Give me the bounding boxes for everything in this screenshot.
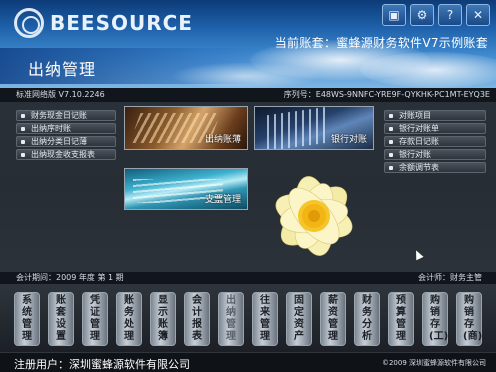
bullet-icon <box>389 166 393 170</box>
info-strip: 标准网络版 V7.10.2246 序列号：E48WS-9NNFC-YRE9F-Q… <box>0 88 496 102</box>
bank-reconcile-tile[interactable]: 银行对账 <box>254 106 374 150</box>
module-button-system[interactable]: 系统管理 <box>14 292 40 346</box>
bullet-icon <box>389 153 393 157</box>
window-icon[interactable]: ▣ <box>382 4 406 26</box>
menu-item-label: 余额调节表 <box>399 163 439 172</box>
module-button-inventory-industry[interactable]: 购销存(工) <box>422 292 448 346</box>
module-label: 购销存(工) <box>429 295 449 342</box>
module-label: 往来管理 <box>260 295 270 342</box>
module-label: 凭证管理 <box>90 295 100 342</box>
module-button-budget[interactable]: 预算管理 <box>388 292 414 346</box>
module-button-reports[interactable]: 会计报表 <box>184 292 210 346</box>
version-label: 标准网络版 V7.10.2246 <box>16 90 105 99</box>
cloud-decoration <box>360 52 496 88</box>
menu-item-label: 对账项目 <box>399 111 431 120</box>
module-button-cashier[interactable]: 出纳管理 <box>218 292 244 346</box>
registered-user: 注册用户：深圳蜜蜂源软件有限公司 <box>14 358 190 371</box>
accounting-period: 会计期间：2009 年度 第 1 期 <box>16 273 124 282</box>
menu-item-bank-reconcile[interactable]: 银行对账 <box>384 149 486 160</box>
module-button-receivables[interactable]: 往来管理 <box>252 292 278 346</box>
bullet-icon <box>21 114 25 118</box>
copyright: ©2009 深圳蜜蜂源软件有限公司 <box>381 359 486 367</box>
module-label: 财务分析 <box>362 295 372 342</box>
right-menu: 对账项目 银行对账单 存款日记账 银行对账 余额调节表 <box>384 110 486 173</box>
module-button-accounting[interactable]: 账务处理 <box>116 292 142 346</box>
module-label: 会计报表 <box>192 295 202 342</box>
menu-item-cash-report[interactable]: 出纳现金收支报表 <box>16 149 116 160</box>
tile-label: 支票管理 <box>204 195 241 205</box>
module-label: 固定资产 <box>294 295 304 342</box>
menu-item-bank-statement[interactable]: 银行对账单 <box>384 123 486 134</box>
left-menu: 财务现金日记账 出纳序时账 出纳分类日记薄 出纳现金收支报表 <box>16 110 116 160</box>
menu-item-label: 出纳序时账 <box>31 124 71 133</box>
module-button-account-set[interactable]: 账套设置 <box>48 292 74 346</box>
module-label: 账套设置 <box>56 295 66 342</box>
page-title: 出纳管理 <box>28 60 97 79</box>
module-button-inventory-commerce[interactable]: 购销存(商) <box>456 292 482 346</box>
tile-label: 银行对账 <box>330 135 367 145</box>
tile-label: 出纳账薄 <box>204 135 241 145</box>
accountant-label: 会计师：财务主管 <box>418 273 482 282</box>
menu-item-balance-adjust[interactable]: 余额调节表 <box>384 162 486 173</box>
menu-item-label: 财务现金日记账 <box>31 111 87 120</box>
menu-item-label: 存款日记账 <box>399 137 439 146</box>
module-bar: 系统管理 账套设置 凭证管理 账务处理 显示账簿 会计报表 出纳管理 往来管理 … <box>0 284 496 352</box>
menu-item-reconcile-items[interactable]: 对账项目 <box>384 110 486 121</box>
footer: 注册用户：深圳蜜蜂源软件有限公司 ©2009 深圳蜜蜂源软件有限公司 <box>0 352 496 372</box>
menu-item-deposit-journal[interactable]: 存款日记账 <box>384 136 486 147</box>
menu-item-label: 银行对账单 <box>399 124 439 133</box>
module-label: 显示账簿 <box>158 295 168 342</box>
menu-item-label: 出纳现金收支报表 <box>31 150 95 159</box>
module-label: 出纳管理 <box>226 295 236 342</box>
brand-name: BEESOURCE <box>50 11 193 35</box>
check-manage-tile[interactable]: 支票管理 <box>124 168 248 210</box>
menu-item-cashier-sequence[interactable]: 出纳序时账 <box>16 123 116 134</box>
current-account: 当前账套：蜜蜂源财务软件V7示例账套 <box>274 36 488 50</box>
module-button-ledger[interactable]: 显示账簿 <box>150 292 176 346</box>
menu-item-cashier-classified[interactable]: 出纳分类日记薄 <box>16 136 116 147</box>
logo-icon <box>14 8 44 38</box>
main-panel: 财务现金日记账 出纳序时账 出纳分类日记薄 出纳现金收支报表 出纳账薄 银行对账… <box>0 102 496 272</box>
bullet-icon <box>389 140 393 144</box>
menu-item-label: 银行对账 <box>399 150 431 159</box>
module-label: 预算管理 <box>396 295 406 342</box>
module-button-payroll[interactable]: 薪资管理 <box>320 292 346 346</box>
serial-number: 序列号：E48WS-9NNFC-YRE9F-QYKHK-PC1MT-EYQ3E <box>283 90 490 99</box>
bullet-icon <box>21 153 25 157</box>
module-button-analysis[interactable]: 财务分析 <box>354 292 380 346</box>
daffodil-image <box>275 176 353 256</box>
module-label: 账务处理 <box>124 295 134 342</box>
mouse-cursor-icon <box>412 248 424 261</box>
module-label: 薪资管理 <box>328 295 338 342</box>
module-label: 系统管理 <box>22 295 32 342</box>
module-label: 购销存(商) <box>463 295 483 342</box>
period-strip: 会计期间：2009 年度 第 1 期 会计师：财务主管 <box>0 272 496 284</box>
header: BEESOURCE ▣ ⚙ ? ✕ 当前账套：蜜蜂源财务软件V7示例账套 出纳管… <box>0 0 496 88</box>
brand-logo: BEESOURCE <box>14 8 193 38</box>
bullet-icon <box>21 127 25 131</box>
gear-icon[interactable]: ⚙ <box>410 4 434 26</box>
module-button-fixed-assets[interactable]: 固定资产 <box>286 292 312 346</box>
menu-item-label: 出纳分类日记薄 <box>31 137 87 146</box>
window-controls: ▣ ⚙ ? ✕ <box>382 4 490 26</box>
help-icon[interactable]: ? <box>438 4 462 26</box>
module-button-voucher[interactable]: 凭证管理 <box>82 292 108 346</box>
bullet-icon <box>389 114 393 118</box>
menu-item-cash-journal[interactable]: 财务现金日记账 <box>16 110 116 121</box>
bullet-icon <box>21 140 25 144</box>
cashier-book-tile[interactable]: 出纳账薄 <box>124 106 248 150</box>
close-icon[interactable]: ✕ <box>466 4 490 26</box>
bullet-icon <box>389 127 393 131</box>
